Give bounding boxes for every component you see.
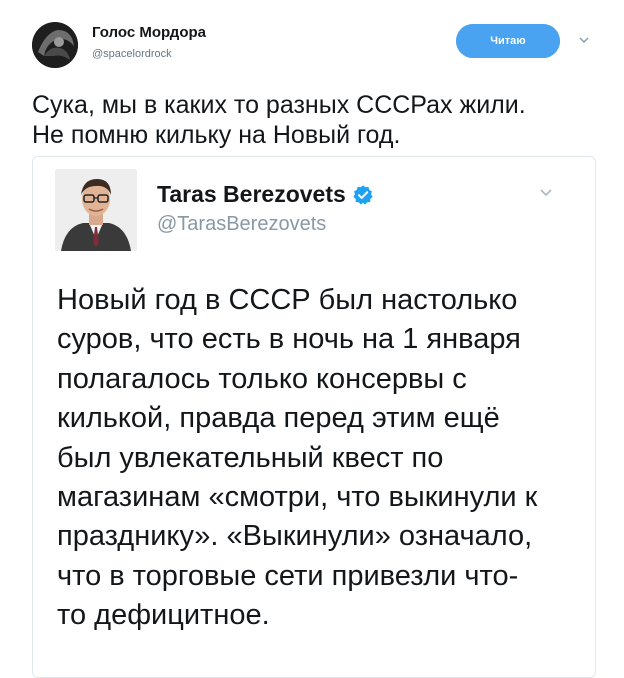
quoted-text-line: килькой, правда перед этим ещё [57, 402, 500, 435]
tweet: Голос Мордора @spacelordrock Читаю Сука,… [0, 0, 624, 678]
quoted-tweet-text: Новый год в СССР был настолько суров, чт… [57, 281, 587, 636]
chevron-down-icon[interactable] [578, 34, 590, 46]
quoted-author-name[interactable]: Taras Berezovets [157, 181, 374, 208]
quoted-author-handle[interactable]: @TarasBerezovets [157, 213, 326, 236]
author-name[interactable]: Голос Мордора [92, 24, 206, 41]
chevron-down-icon[interactable] [539, 185, 553, 199]
tweet-text: Сука, мы в каких то разных СССРах жили. … [32, 90, 602, 150]
avatar[interactable] [32, 22, 78, 68]
verified-badge-icon [353, 184, 373, 205]
follow-button[interactable]: Читаю [456, 24, 560, 58]
author-handle[interactable]: @spacelordrock [92, 48, 172, 60]
quoted-avatar[interactable] [55, 169, 137, 251]
quoted-author-name-text: Taras Berezovets [157, 181, 346, 207]
quoted-tweet-card[interactable]: Taras Berezovets @TarasBerezovets Новый … [32, 156, 596, 678]
quoted-text-line: магазинам «смотри, что выкинули к [57, 481, 538, 514]
quoted-text-line: суров, что есть в ночь на 1 января [57, 323, 521, 356]
tweet-text-line: Не помню кильку на Новый год. [32, 121, 401, 149]
quoted-text-line: полагалось только консервы с [57, 362, 467, 395]
quoted-text-line: то дефицитное. [57, 599, 270, 632]
quoted-text-line: был увлекательный квест по [57, 441, 444, 474]
quoted-avatar-image [55, 169, 137, 251]
quoted-text-line: празднику». «Выкинули» означало, [57, 520, 533, 553]
quoted-text-line: что в торговые сети привезли что- [57, 559, 519, 592]
avatar-image [32, 22, 78, 68]
quoted-text-line: Новый год в СССР был настолько [57, 284, 518, 316]
tweet-text-line: Сука, мы в каких то разных СССРах жили. [32, 91, 526, 119]
